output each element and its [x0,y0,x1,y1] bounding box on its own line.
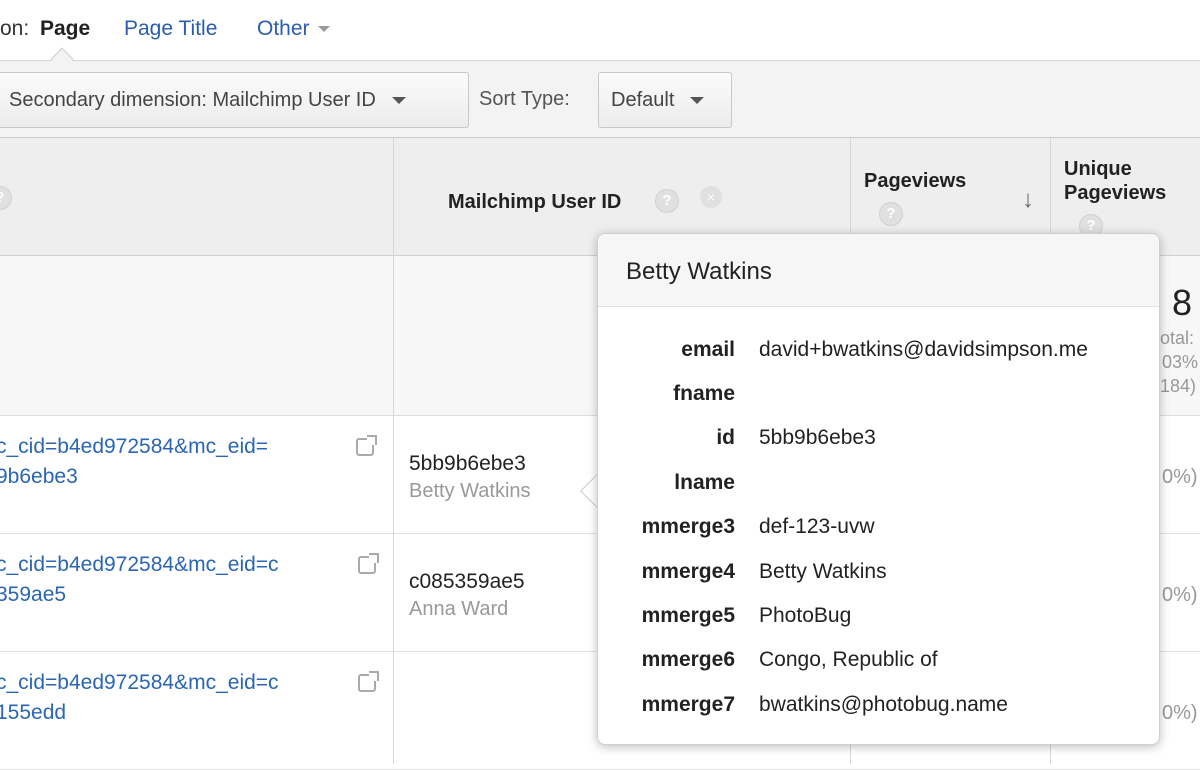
field-key-mmerge3: mmerge3 [641,515,735,538]
totals-value: 8 [1172,282,1193,323]
row-percent: 0%) [1162,466,1198,488]
chevron-down-icon [690,96,705,104]
user-name: Betty Watkins [409,480,531,502]
sort-type-value: Default [611,88,675,111]
user-details-popup: Betty Watkins email david+bwatkins@david… [597,233,1160,745]
page-link-line1: c_cid=b4ed972584&mc_eid=c [0,553,279,576]
column-header-unique-pageviews-line1[interactable]: Unique [1064,158,1132,181]
totals-count: 184) [1160,376,1197,396]
secondary-dimension-select[interactable]: Secondary dimension: Mailchimp User ID [0,72,469,128]
user-id[interactable]: c085359ae5 [409,570,525,594]
column-divider [393,138,394,764]
table-toolbar: Secondary dimension: Mailchimp User ID D… [0,60,1200,138]
totals-percent: 03% [1162,352,1199,372]
field-key-mmerge7: mmerge7 [641,693,735,716]
dimension-option-page-title[interactable]: Page Title [124,17,217,41]
chevron-down-icon [391,96,406,104]
page-link-line1: c_cid=b4ed972584&mc_eid= [0,435,269,458]
field-value-mmerge5: PhotoBug [759,604,852,627]
field-value-mmerge4: Betty Watkins [759,560,887,583]
field-value-mmerge7: bwatkins@photobug.name [759,693,1008,716]
chevron-down-icon [317,26,330,33]
field-key-id: id [716,426,735,449]
open-link-icon[interactable] [358,553,379,574]
secondary-dimension-value: Secondary dimension: Mailchimp User ID [9,88,376,111]
remove-dimension-icon[interactable]: × [700,186,722,208]
primary-dimension-bar: on: Page Page Title Other [0,0,1200,60]
totals-label: otal: [1160,328,1195,348]
field-value-mmerge3: def-123-uvw [759,515,875,538]
page-link[interactable]: c_cid=b4ed972584&mc_eid=c 155edd [0,668,279,728]
page-link[interactable]: c_cid=b4ed972584&mc_eid=c 359ae5 [0,550,279,610]
page-link-line2: 155edd [0,701,67,724]
sort-descending-icon[interactable]: ↓ [1022,186,1034,214]
field-value-email: david+bwatkins@davidsimpson.me [759,338,1088,361]
field-key-mmerge4: mmerge4 [641,560,735,583]
row-percent: 0%) [1162,584,1198,606]
popup-header: Betty Watkins [598,234,1159,307]
field-key-mmerge5: mmerge5 [641,604,735,627]
page-link-line2: 359ae5 [0,583,67,606]
field-key-lname: lname [674,471,735,494]
field-value-mmerge6: Congo, Republic of [759,648,938,671]
field-value-id: 5bb9b6ebe3 [759,426,876,449]
row-percent: 0%) [1162,702,1198,724]
dimension-option-page[interactable]: Page [40,17,90,41]
column-header-unique-pageviews-line2[interactable]: Pageviews [1064,182,1166,205]
page-link-line2: 9b6ebe3 [0,465,78,488]
user-id[interactable]: 5bb9b6ebe3 [409,452,526,476]
dimension-option-other[interactable]: Other [257,17,330,41]
column-header-mailchimp-user-id[interactable]: Mailchimp User ID [448,191,621,214]
dimension-option-other-label: Other [257,17,310,40]
page-link-line1: c_cid=b4ed972584&mc_eid=c [0,671,279,694]
field-key-mmerge6: mmerge6 [641,648,735,671]
help-icon[interactable]: ? [655,189,679,213]
popup-title: Betty Watkins [626,258,772,285]
open-link-icon[interactable] [356,435,377,456]
column-header-pageviews[interactable]: Pageviews [864,170,966,193]
sort-type-select[interactable]: Default [598,72,732,128]
user-name: Anna Ward [409,598,509,620]
field-key-email: email [681,338,735,361]
field-key-fname: fname [673,382,735,405]
open-link-icon[interactable] [358,671,379,692]
help-icon[interactable]: ? [879,202,903,226]
page-link[interactable]: c_cid=b4ed972584&mc_eid= 9b6ebe3 [0,432,268,492]
sort-type-label: Sort Type: [479,88,570,110]
primary-dimension-label: on: [0,17,30,40]
